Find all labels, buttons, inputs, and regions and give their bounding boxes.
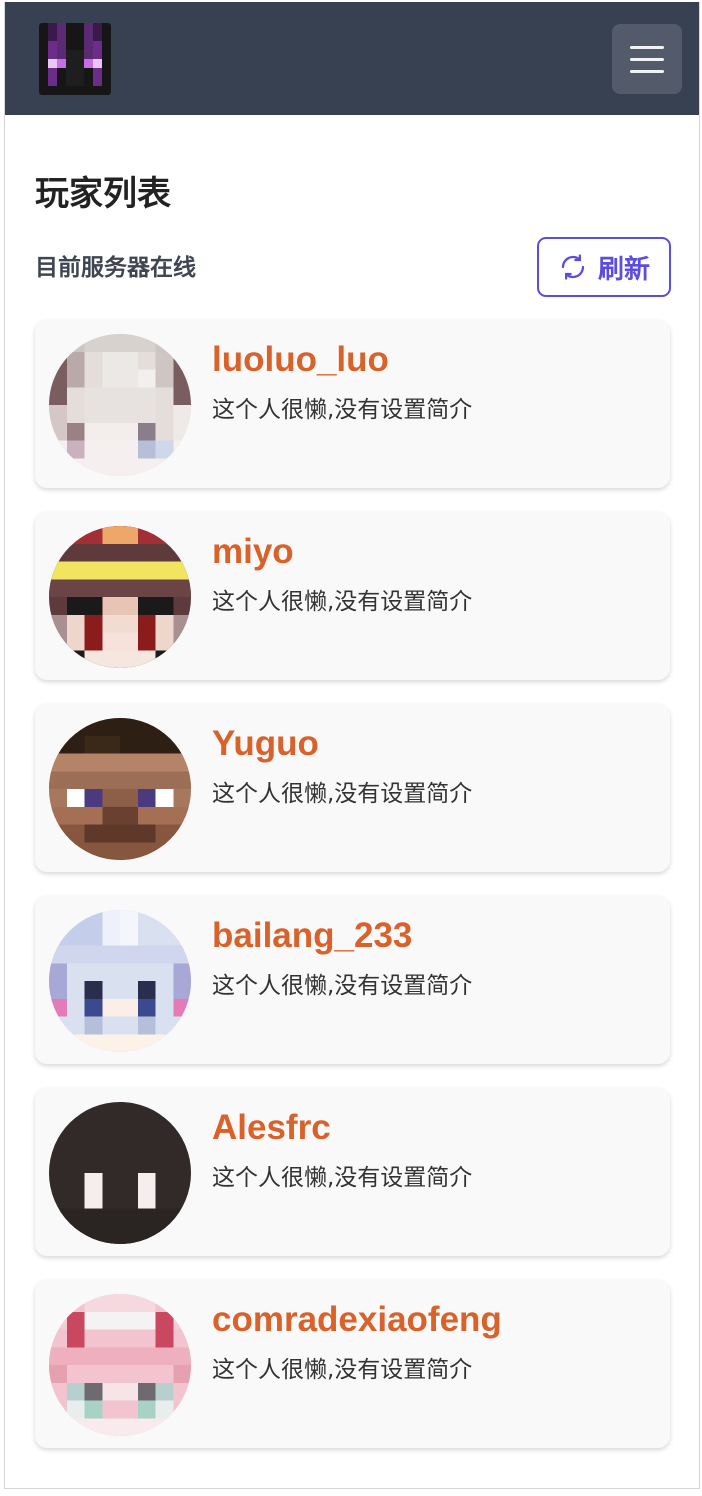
page-title: 玩家列表 (35, 174, 171, 214)
player-avatar (49, 1294, 191, 1436)
player-name[interactable]: luoluo_luo (212, 336, 389, 384)
player-card[interactable]: comradexiaofeng 这个人很懒,没有设置简介 (35, 1280, 670, 1448)
refresh-label: 刷新 (597, 254, 650, 285)
player-card[interactable]: Alesfrc 这个人很懒,没有设置简介 (35, 1088, 670, 1256)
online-subtitle: 目前服务器在线 (35, 255, 196, 281)
player-bio: 这个人很懒,没有设置简介 (212, 397, 473, 423)
player-name[interactable]: Yuguo (212, 720, 319, 768)
player-avatar (49, 526, 191, 668)
player-bio: 这个人很懒,没有设置简介 (212, 589, 473, 615)
player-bio: 这个人很懒,没有设置简介 (212, 1357, 473, 1383)
menu-toggle-button[interactable] (612, 24, 682, 94)
player-bio: 这个人很懒,没有设置简介 (212, 973, 473, 999)
player-card[interactable]: Yuguo 这个人很懒,没有设置简介 (35, 704, 670, 872)
player-list: luoluo_luo 这个人很懒,没有设置简介 miyo 这个人很懒,没有设置简… (35, 320, 670, 1472)
refresh-icon (561, 254, 585, 280)
player-name[interactable]: comradexiaofeng (212, 1296, 502, 1344)
navbar (5, 2, 699, 115)
app-frame: 玩家列表 目前服务器在线 刷新 luoluo_luo 这个人很懒,没有设置简介 … (4, 2, 700, 1489)
player-name[interactable]: bailang_233 (212, 912, 412, 960)
player-name[interactable]: Alesfrc (212, 1104, 331, 1152)
player-avatar (49, 334, 191, 476)
player-avatar (49, 1102, 191, 1244)
hamburger-menu-icon (630, 45, 664, 49)
enderman-face-icon[interactable] (39, 23, 111, 95)
refresh-button[interactable]: 刷新 (537, 237, 671, 297)
player-bio: 这个人很懒,没有设置简介 (212, 1165, 473, 1191)
player-avatar (49, 718, 191, 860)
player-name[interactable]: miyo (212, 528, 294, 576)
player-card[interactable]: miyo 这个人很懒,没有设置简介 (35, 512, 670, 680)
player-avatar (49, 910, 191, 1052)
player-card[interactable]: bailang_233 这个人很懒,没有设置简介 (35, 896, 670, 1064)
player-bio: 这个人很懒,没有设置简介 (212, 781, 473, 807)
player-card[interactable]: luoluo_luo 这个人很懒,没有设置简介 (35, 320, 670, 488)
